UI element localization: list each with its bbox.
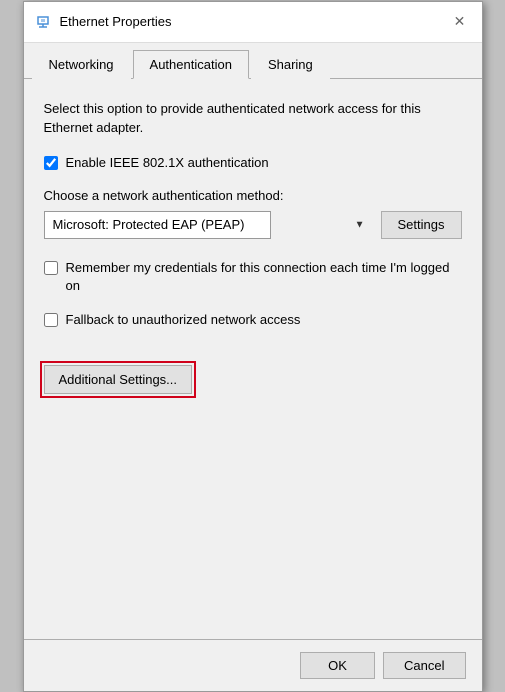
description-text: Select this option to provide authentica…: [44, 99, 462, 138]
cancel-button[interactable]: Cancel: [383, 652, 465, 679]
settings-button[interactable]: Settings: [381, 211, 462, 239]
tab-bar: Networking Authentication Sharing: [24, 43, 482, 79]
tab-networking[interactable]: Networking: [32, 50, 131, 79]
enable-ieee-checkbox[interactable]: [44, 156, 58, 170]
tab-content: Select this option to provide authentica…: [24, 79, 482, 639]
method-dropdown-wrapper: Microsoft: Protected EAP (PEAP) ▼: [44, 211, 371, 239]
fallback-checkbox-row: Fallback to unauthorized network access: [44, 311, 462, 329]
dropdown-arrow-icon: ▼: [355, 219, 365, 230]
enable-ieee-label: Enable IEEE 802.1X authentication: [66, 154, 269, 172]
remember-checkbox-row: Remember my credentials for this connect…: [44, 259, 462, 295]
additional-settings-button[interactable]: Additional Settings...: [44, 365, 193, 394]
remember-checkbox[interactable]: [44, 261, 58, 275]
method-row: Microsoft: Protected EAP (PEAP) ▼ Settin…: [44, 211, 462, 239]
title-bar: Ethernet Properties ✕: [24, 2, 482, 43]
method-label: Choose a network authentication method:: [44, 188, 462, 203]
ok-button[interactable]: OK: [300, 652, 375, 679]
close-button[interactable]: ✕: [448, 10, 472, 34]
remember-label: Remember my credentials for this connect…: [66, 259, 462, 295]
fallback-checkbox[interactable]: [44, 313, 58, 327]
network-icon: [34, 13, 52, 31]
enable-checkbox-row: Enable IEEE 802.1X authentication: [44, 154, 462, 172]
ethernet-properties-window: Ethernet Properties ✕ Networking Authent…: [23, 1, 483, 692]
fallback-label: Fallback to unauthorized network access: [66, 311, 301, 329]
title-bar-left: Ethernet Properties: [34, 13, 172, 31]
tab-sharing[interactable]: Sharing: [251, 50, 330, 79]
window-title: Ethernet Properties: [60, 14, 172, 29]
method-dropdown[interactable]: Microsoft: Protected EAP (PEAP): [44, 211, 271, 239]
tab-authentication[interactable]: Authentication: [133, 50, 249, 79]
dialog-footer: OK Cancel: [24, 639, 482, 691]
